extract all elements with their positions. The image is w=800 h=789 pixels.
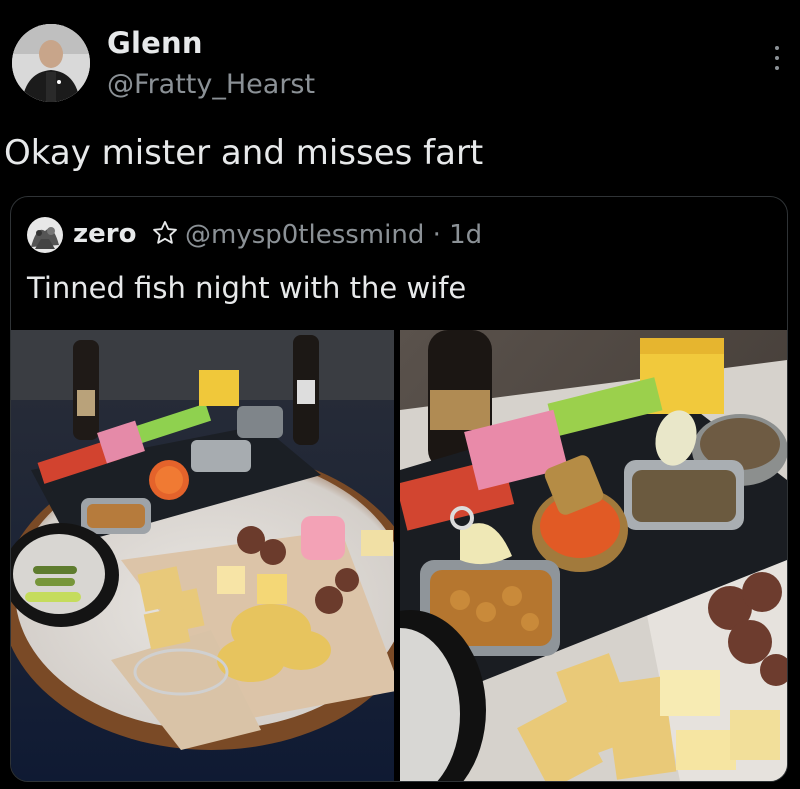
quoted-post-text: Tinned fish night with the wife xyxy=(27,271,467,305)
quoted-photo-1[interactable] xyxy=(11,330,394,781)
display-name[interactable]: Glenn xyxy=(107,26,203,60)
quoted-user-avatar[interactable] xyxy=(27,217,63,253)
photo-board-closeup xyxy=(400,330,787,781)
photo-board-overview xyxy=(11,330,394,781)
avatar-image xyxy=(12,24,90,102)
user-avatar[interactable] xyxy=(12,24,90,102)
star-outline-icon xyxy=(151,219,179,247)
post-text: Okay mister and misses fart xyxy=(4,133,484,173)
more-vertical-icon[interactable] xyxy=(772,42,782,78)
quoted-avatar-image xyxy=(27,217,63,253)
user-handle[interactable]: @Fratty_Hearst xyxy=(107,69,315,100)
quoted-display-name[interactable]: zero xyxy=(73,219,136,249)
quoted-handle-and-time[interactable]: @mysp0tlessmind · 1d xyxy=(185,220,482,250)
post-header: Glenn @Fratty_Hearst xyxy=(8,24,792,114)
quoted-photo-2[interactable] xyxy=(400,330,787,781)
quoted-post-card[interactable]: zero @mysp0tlessmind · 1d Tinned fish ni… xyxy=(10,196,788,782)
